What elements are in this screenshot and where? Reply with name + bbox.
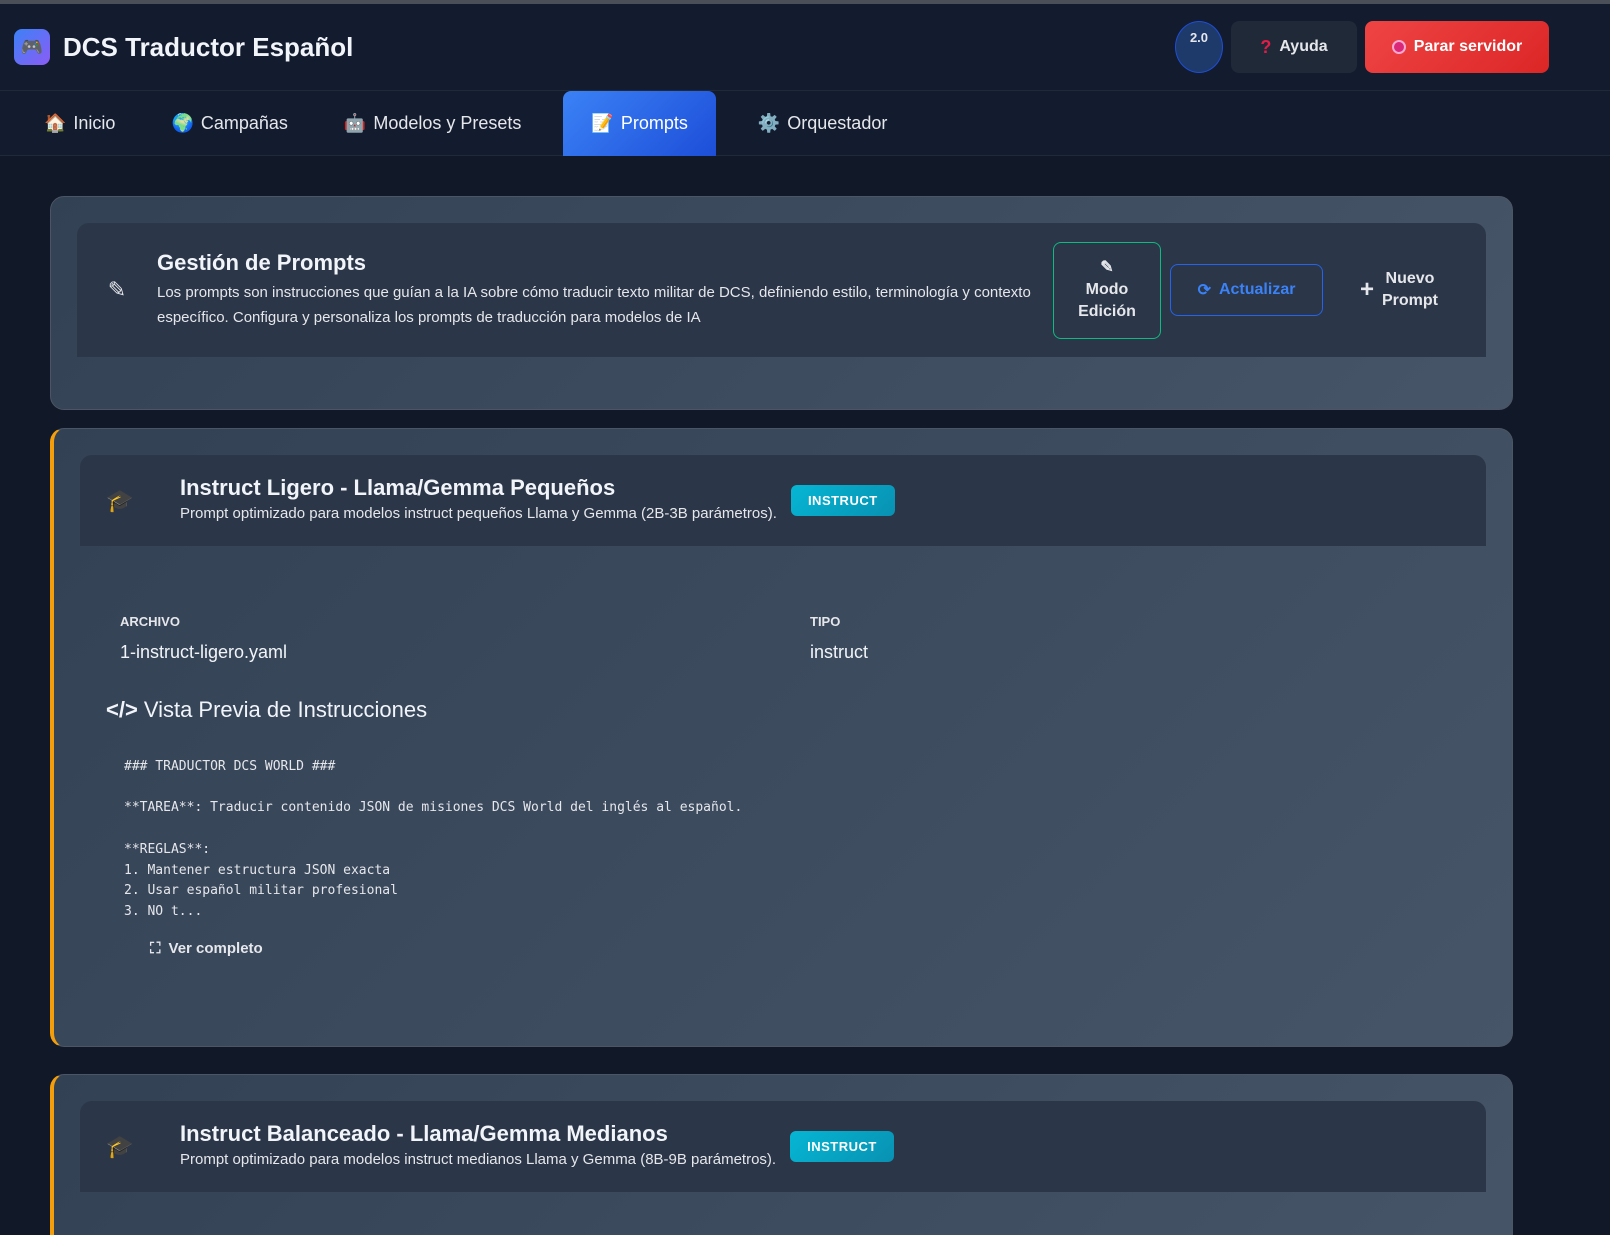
help-button[interactable]: ? Ayuda [1231, 21, 1357, 73]
home-icon: 🏠 [44, 112, 67, 133]
help-label: Ayuda [1279, 38, 1328, 55]
file-label: ARCHIVO [120, 614, 180, 629]
management-description: Los prompts son instrucciones que guían … [157, 284, 1031, 326]
code-icon: </> [106, 697, 138, 722]
view-full-label: Ver completo [168, 940, 263, 957]
management-header: ✎ Gestión de Prompts Los prompts son ins… [77, 223, 1486, 357]
view-full-button[interactable]: ⛶ Ver completo [150, 940, 263, 957]
refresh-icon: ⟳ [1197, 282, 1211, 299]
prompt-title: Instruct Ligero - Llama/Gemma Pequeños [180, 475, 616, 500]
edit-mode-label: Modo [1085, 281, 1129, 298]
robot-icon: 🤖 [343, 112, 367, 133]
graduation-cap-icon: 🎓 [106, 487, 134, 513]
type-badge: INSTRUCT [790, 1131, 894, 1162]
prompt-description: Prompt optimizado para modelos instruct … [180, 1151, 777, 1168]
file-value: 1-instruct-ligero.yaml [120, 642, 288, 662]
edit-icon: ✎ [1100, 259, 1114, 276]
edit-mode-button[interactable]: ✎ Modo Edición [1053, 241, 1161, 339]
tab-modelos[interactable]: 🤖 Modelos y Presets [330, 91, 535, 156]
prompt-title: Instruct Balanceado - Llama/Gemma Median… [180, 1121, 668, 1146]
app-header: 🎮 DCS Traductor Español 2.0 ? Ayuda Parar… [0, 4, 1610, 91]
main-nav: 🏠 Inicio 🌍 Campañas 🤖 Modelos y Presets 📝 Pr… [0, 90, 1610, 156]
stop-icon [1391, 40, 1406, 54]
new-prompt-label: Prompt [1382, 292, 1438, 309]
stop-server-button[interactable]: Parar servidor [1365, 21, 1549, 73]
app-title: DCS Traductor Español [63, 31, 354, 62]
graduation-cap-icon: 🎓 [106, 1133, 134, 1159]
prompt-description: Prompt optimizado para modelos instruct … [180, 505, 777, 522]
new-prompt-label: Nuevo [1385, 270, 1435, 287]
preview-heading: </> Vista Previa de Instrucciones [106, 697, 427, 723]
type-badge: INSTRUCT [790, 485, 895, 516]
edit-icon: ✎ [107, 277, 127, 302]
tab-label: Campañas [200, 112, 288, 133]
version-badge: 2.0 [1175, 21, 1223, 73]
refresh-label: Actualizar [1218, 281, 1296, 298]
memo-icon: 📝 [591, 112, 614, 133]
question-icon: ? [1260, 36, 1272, 57]
prompt-card: 🎓 Instruct Ligero - Llama/Gemma Pequeños… [50, 428, 1513, 1047]
type-label: TIPO [810, 614, 841, 629]
prompt-card-header: 🎓 Instruct Ligero - Llama/Gemma Pequeños… [80, 455, 1486, 546]
expand-icon: ⛶ [150, 940, 161, 957]
refresh-button[interactable]: ⟳ Actualizar [1170, 264, 1323, 316]
new-prompt-button[interactable]: + Nuevo Prompt [1339, 260, 1459, 320]
gamepad-logo-icon: 🎮 [14, 29, 50, 65]
tab-orquestador[interactable]: ⚙️ Orquestador [744, 91, 901, 156]
prompt-card: 🎓 Instruct Balanceado - Llama/Gemma Medi… [50, 1074, 1513, 1235]
tab-campanas[interactable]: 🌍 Campañas [157, 91, 301, 156]
stop-label: Parar servidor [1413, 38, 1523, 55]
gear-icon: ⚙️ [757, 112, 781, 133]
tab-label: Modelos y Presets [373, 112, 522, 133]
management-title: Gestión de Prompts [157, 250, 367, 275]
globe-icon: 🌍 [171, 112, 194, 133]
prompt-management-card: ✎ Gestión de Prompts Los prompts son ins… [50, 196, 1513, 410]
plus-icon: + [1359, 276, 1374, 303]
edit-mode-label: Edición [1078, 303, 1136, 320]
preview-title: Vista Previa de Instrucciones [143, 697, 428, 722]
type-value: instruct [810, 642, 869, 662]
tab-inicio[interactable]: 🏠 Inicio [30, 91, 129, 156]
tab-label: Prompts [620, 112, 688, 133]
prompt-preview: ### TRADUCTOR DCS WORLD ### **TAREA**: T… [124, 759, 743, 919]
tab-prompts[interactable]: 📝 Prompts [563, 90, 716, 156]
tab-label: Inicio [73, 112, 116, 133]
tab-label: Orquestador [787, 112, 888, 133]
prompt-card-header: 🎓 Instruct Balanceado - Llama/Gemma Medi… [80, 1101, 1486, 1192]
